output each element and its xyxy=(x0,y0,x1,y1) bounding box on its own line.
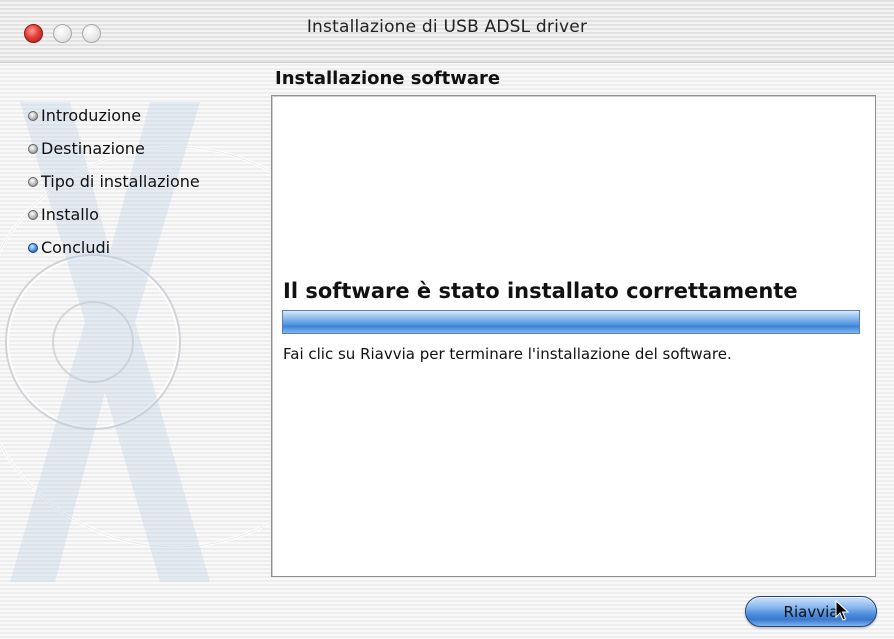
window-title: Installazione di USB ADSL driver xyxy=(306,17,588,37)
step-bullet-icon xyxy=(28,176,38,187)
instruction-text: Fai clic su Riavvia per terminare l'inst… xyxy=(283,345,732,363)
title-bar[interactable]: Installazione di USB ADSL driver xyxy=(0,0,894,63)
installer-steps: Introduzione Destinazione Tipo di instal… xyxy=(28,99,200,264)
step-label: Destinazione xyxy=(41,139,145,158)
step-installo: Installo xyxy=(28,198,200,231)
step-label: Installo xyxy=(41,205,99,224)
step-label: Tipo di installazione xyxy=(41,172,200,191)
step-bullet-icon xyxy=(28,143,38,154)
step-bullet-icon xyxy=(28,110,38,121)
section-title: Installazione software xyxy=(275,68,501,89)
step-label: Concludi xyxy=(41,238,111,257)
step-destinazione: Destinazione xyxy=(28,132,200,165)
arrow-pointer-icon xyxy=(835,600,850,621)
installer-window: Installazione di USB ADSL driver Introdu… xyxy=(0,0,894,639)
step-concludi: Concludi xyxy=(28,231,200,264)
step-bullet-active-icon xyxy=(28,242,38,253)
step-introduzione: Introduzione xyxy=(28,99,200,132)
completion-headline: Il software è stato installato correttam… xyxy=(283,279,798,303)
step-label: Introduzione xyxy=(41,106,142,125)
step-bullet-icon xyxy=(28,209,38,220)
restart-button[interactable]: Riavvia xyxy=(745,596,877,627)
restart-button-label: Riavvia xyxy=(783,602,839,621)
content-panel xyxy=(271,95,876,577)
progress-bar xyxy=(282,310,860,334)
step-tipo-di-installazione: Tipo di installazione xyxy=(28,165,200,198)
